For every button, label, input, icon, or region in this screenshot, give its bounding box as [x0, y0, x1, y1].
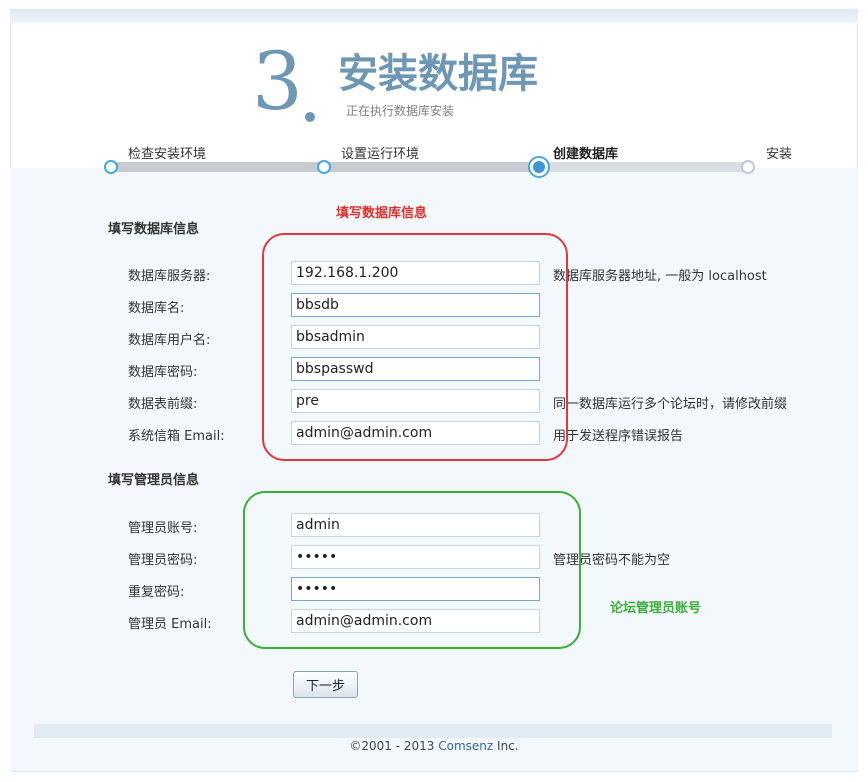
footer-copyright: ©2001 - 2013 [349, 739, 439, 753]
admin-password-label: 管理员密码: [128, 553, 198, 568]
db-name-label: 数据库名: [128, 301, 185, 316]
system-email-label: 系统信箱 Email: [128, 429, 225, 444]
step-4-pending-icon [741, 160, 755, 174]
page-title: 安装数据库 [338, 51, 538, 97]
admin-account-label: 管理员账号: [128, 521, 198, 536]
step-1-done-icon [104, 160, 118, 174]
admin-email-label: 管理员 Email: [128, 617, 212, 632]
footer-company-link[interactable]: Comsenz [438, 739, 493, 753]
top-bar [10, 9, 858, 23]
step-label-create-db: 创建数据库 [553, 147, 619, 162]
db-annotation-outline [262, 233, 568, 461]
db-annotation-note: 填写数据库信息 [336, 206, 428, 221]
table-prefix-label: 数据表前缀: [128, 397, 198, 412]
system-email-hint: 用于发送程序错误报告 [553, 429, 684, 444]
step-label-install: 安装 [766, 147, 793, 162]
footer-bar [34, 724, 832, 738]
next-step-button[interactable]: 下一步 [293, 671, 358, 698]
page-subtitle: 正在执行数据库安装 [346, 104, 455, 118]
step-2-done-icon [317, 160, 331, 174]
db-server-label: 数据库服务器: [128, 269, 211, 284]
db-server-hint: 数据库服务器地址, 一般为 localhost [553, 269, 767, 284]
admin-annotation-note: 论坛管理员账号 [610, 601, 702, 616]
step-label-set-env: 设置运行环境 [341, 147, 420, 162]
db-password-label: 数据库密码: [128, 365, 198, 380]
step-label-check-env: 检查安装环境 [128, 147, 207, 162]
admin-section-title: 填写管理员信息 [108, 473, 200, 488]
db-user-label: 数据库用户名: [128, 333, 211, 348]
step-number-dot [305, 112, 315, 122]
repeat-password-label: 重复密码: [128, 585, 185, 600]
db-section-title: 填写数据库信息 [108, 222, 200, 237]
footer-suffix: Inc. [493, 739, 519, 753]
table-prefix-hint: 同一数据库运行多个论坛时，请修改前缀 [553, 397, 788, 412]
admin-annotation-outline [243, 491, 581, 649]
footer: ©2001 - 2013 Comsenz Inc. [0, 739, 868, 753]
step-3-current-icon [528, 156, 550, 178]
step-number: 3 [252, 35, 303, 128]
